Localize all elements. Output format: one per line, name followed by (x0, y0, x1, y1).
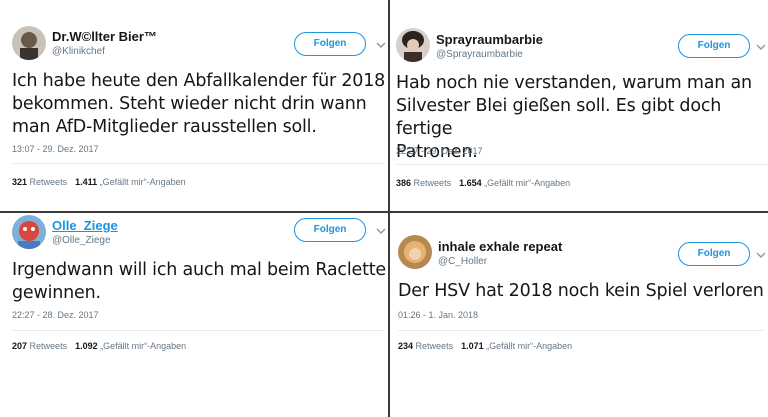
tweet-stats: 386 Retweets 1.654 „Gefällt mir“-Angaben (396, 178, 570, 188)
retweet-count[interactable]: 234 (398, 341, 413, 351)
tweet-line: Hab noch nie verstanden, warum man an (396, 73, 752, 93)
tweet-line: gewinnen. (12, 283, 101, 303)
avatar[interactable] (12, 215, 46, 249)
display-name[interactable]: Dr.W©llter Bier™ (52, 29, 157, 44)
avatar[interactable] (12, 26, 46, 60)
tweet-stats: 207 Retweets 1.092 „Gefällt mir“-Angaben (12, 341, 186, 351)
retweet-label[interactable]: Retweets (416, 341, 454, 351)
follow-button[interactable]: Folgen (678, 34, 750, 58)
tweet-text: Irgendwann will ich auch mal beim Raclet… (12, 259, 386, 305)
user-handle[interactable]: @Sprayraumbarbie (436, 49, 523, 60)
tweet-collage: Dr.W©llter Bier™ @Klinikchef Folgen Ich … (0, 0, 768, 417)
tweet-card: Olle_Ziege @Olle_Ziege Folgen Irgendwann… (0, 213, 388, 417)
display-name[interactable]: Sprayraumbarbie (436, 32, 543, 47)
tweet-line: Silvester Blei gießen soll. Es gibt doch… (396, 96, 722, 139)
display-name[interactable]: Olle_Ziege (52, 218, 118, 233)
tweet-card: Sprayraumbarbie @Sprayraumbarbie Folgen … (390, 0, 768, 211)
tweet-line: Ich habe heute den Abfallkalender für 20… (12, 71, 386, 91)
avatar[interactable] (396, 28, 430, 62)
like-count[interactable]: 1.411 (75, 177, 97, 187)
timestamp[interactable]: 22:27 - 29. Dez. 2017 (396, 146, 483, 156)
tweet-line: bekommen. Steht wieder nicht drin wann (12, 94, 367, 114)
user-handle[interactable]: @Olle_Ziege (52, 235, 111, 246)
display-name[interactable]: inhale exhale repeat (438, 239, 562, 254)
timestamp[interactable]: 01:26 - 1. Jan. 2018 (398, 310, 478, 320)
divider (12, 163, 384, 164)
retweet-label[interactable]: Retweets (414, 178, 452, 188)
tweet-card: inhale exhale repeat @C_Holler Folgen De… (390, 213, 768, 417)
like-count[interactable]: 1.654 (459, 178, 482, 188)
like-label[interactable]: „Gefällt mir“-Angaben (486, 341, 572, 351)
tweet-card: Dr.W©llter Bier™ @Klinikchef Folgen Ich … (0, 0, 388, 211)
retweet-count[interactable]: 321 (12, 177, 27, 187)
like-label[interactable]: „Gefällt mir“-Angaben (100, 177, 186, 187)
like-label[interactable]: „Gefällt mir“-Angaben (100, 341, 186, 351)
user-handle[interactable]: @C_Holler (438, 256, 487, 267)
retweet-label[interactable]: Retweets (30, 341, 68, 351)
timestamp[interactable]: 22:27 - 28. Dez. 2017 (12, 310, 99, 320)
like-count[interactable]: 1.071 (461, 341, 484, 351)
chevron-down-icon[interactable] (756, 43, 766, 51)
follow-button[interactable]: Folgen (294, 218, 366, 242)
tweet-stats: 234 Retweets 1.071 „Gefällt mir“-Angaben (398, 341, 572, 351)
tweet-text: Ich habe heute den Abfallkalender für 20… (12, 70, 385, 139)
collage-divider-horizontal (0, 211, 768, 213)
tweet-stats: 321 Retweets 1.411 „Gefällt mir“-Angaben (12, 177, 186, 187)
user-handle[interactable]: @Klinikchef (52, 46, 105, 57)
retweet-count[interactable]: 386 (396, 178, 411, 188)
follow-button[interactable]: Folgen (294, 32, 366, 56)
like-label[interactable]: „Gefällt mir“-Angaben (484, 178, 570, 188)
chevron-down-icon[interactable] (756, 251, 766, 259)
avatar[interactable] (398, 235, 432, 269)
chevron-down-icon[interactable] (376, 227, 386, 235)
retweet-count[interactable]: 207 (12, 341, 27, 351)
tweet-text: Der HSV hat 2018 noch kein Spiel verlore… (398, 280, 764, 303)
tweet-line: Irgendwann will ich auch mal beim Raclet… (12, 260, 386, 280)
tweet-line: Der HSV hat 2018 noch kein Spiel verlore… (398, 281, 764, 301)
retweet-label[interactable]: Retweets (30, 177, 68, 187)
divider (398, 330, 764, 331)
divider (12, 330, 384, 331)
chevron-down-icon[interactable] (376, 41, 386, 49)
collage-divider-vertical (388, 0, 390, 417)
timestamp[interactable]: 13:07 - 29. Dez. 2017 (12, 144, 99, 154)
divider (396, 164, 768, 165)
tweet-line: man AfD-Mitglieder rausstellen soll. (12, 117, 317, 137)
follow-button[interactable]: Folgen (678, 242, 750, 266)
like-count[interactable]: 1.092 (75, 341, 98, 351)
